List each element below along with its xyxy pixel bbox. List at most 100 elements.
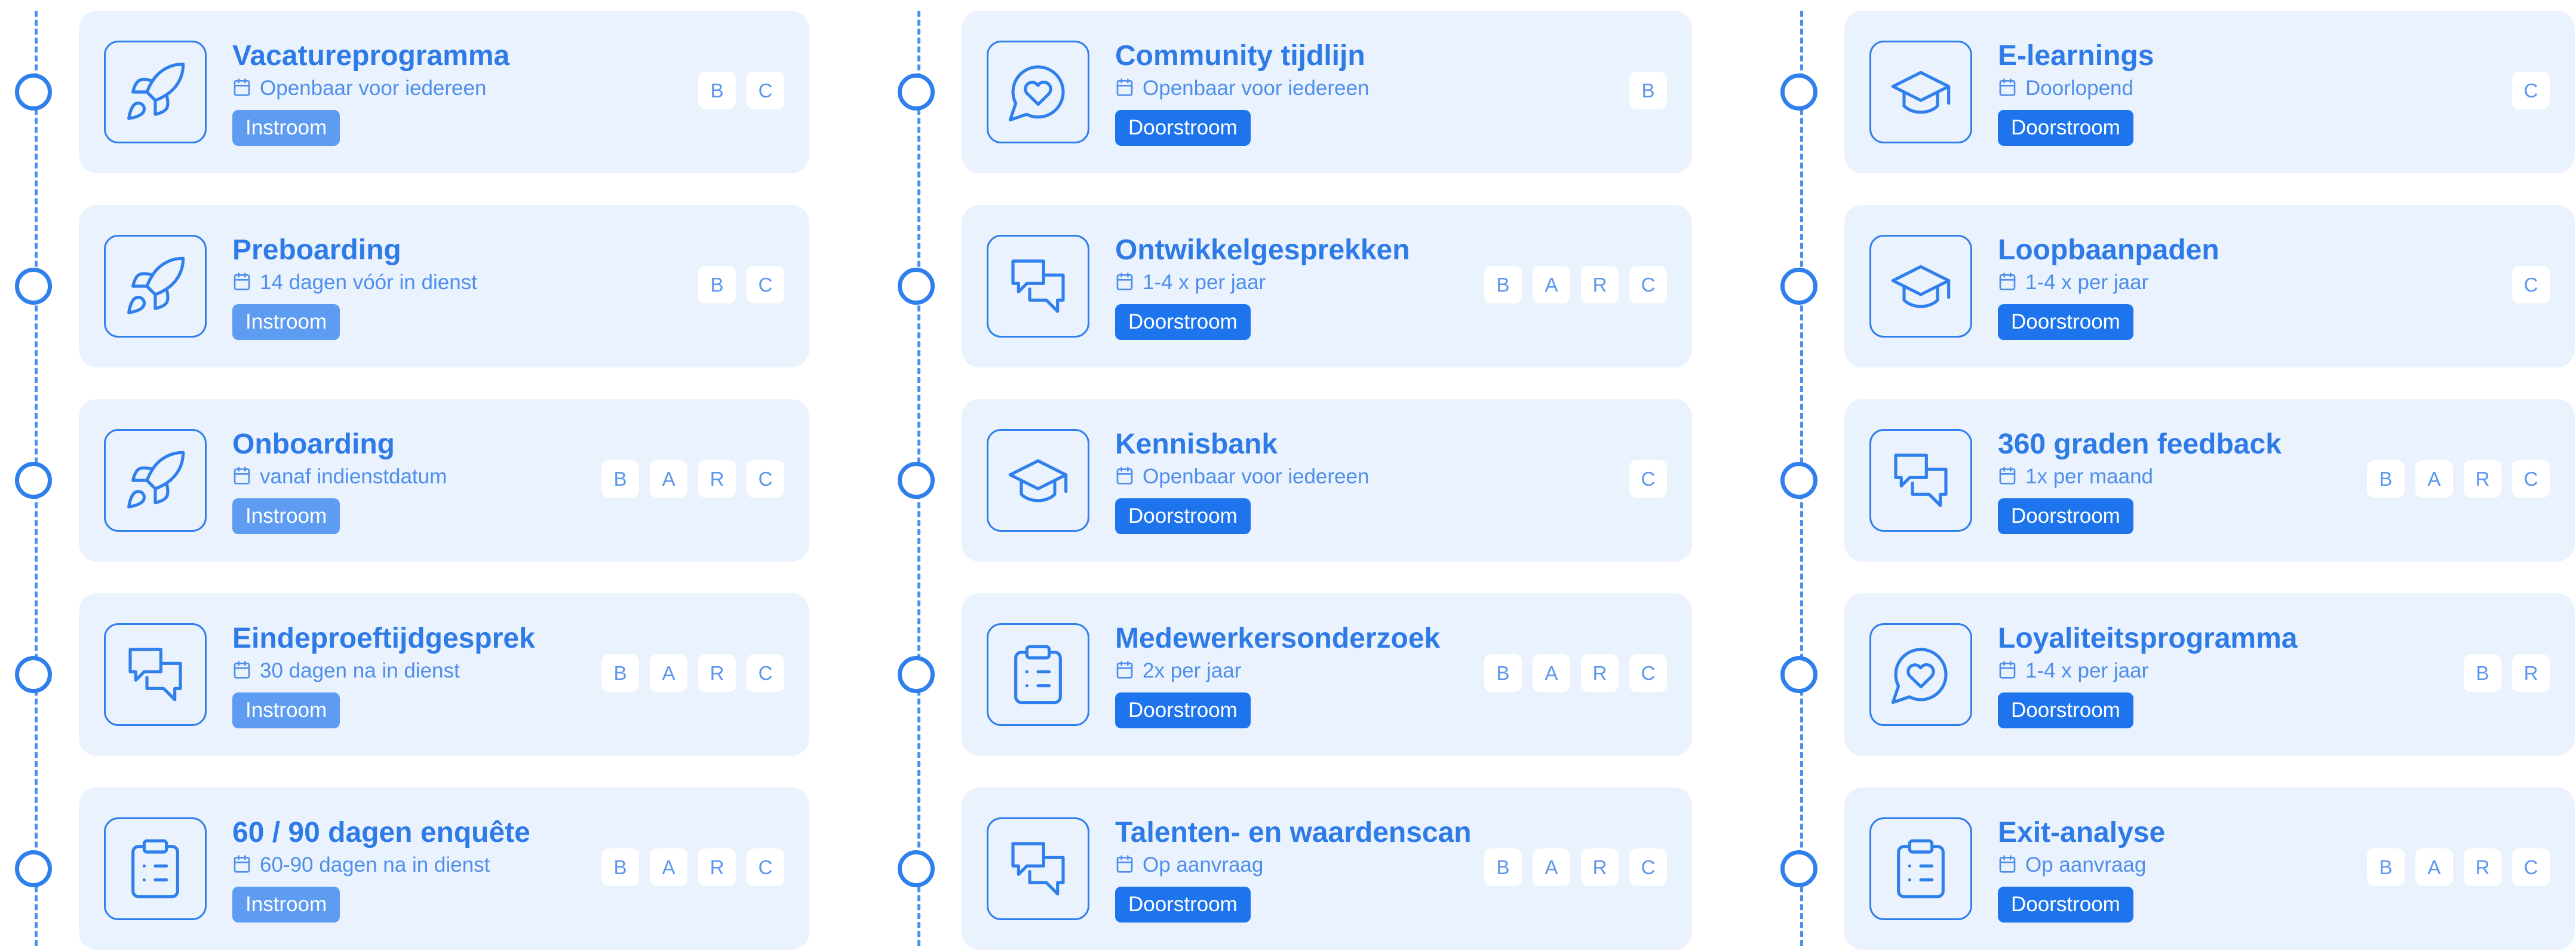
category-tag: C: [2512, 266, 2550, 304]
timeline-node: [15, 73, 52, 111]
category-tag: B: [1484, 266, 1522, 304]
program-card[interactable]: Medewerkersonderzoek 2x per jaar Doorstroo…: [962, 593, 1692, 756]
category-tag: C: [1629, 654, 1667, 692]
phase-badge: Instroom: [232, 498, 340, 534]
category-tags: C: [1629, 460, 1667, 498]
calendar-icon: [1115, 272, 1143, 294]
card-schedule: 1-4 x per jaar: [1998, 271, 2148, 295]
calendar-icon: [1998, 272, 2025, 294]
graduation-cap-icon: [1869, 235, 1972, 338]
timeline-node: [1780, 656, 1817, 693]
category-tag: A: [650, 654, 687, 692]
card-schedule: 1-4 x per jaar: [1998, 659, 2148, 683]
card-schedule: 30 dagen na in dienst: [232, 659, 460, 683]
timeline-node: [15, 656, 52, 693]
calendar-icon: [232, 466, 260, 488]
category-tag: B: [601, 460, 639, 498]
category-tags: BR: [2464, 654, 2550, 692]
schedule-text: 1-4 x per jaar: [1143, 271, 1266, 294]
phase-badge: Doorstroom: [1115, 304, 1251, 340]
calendar-icon: [232, 660, 260, 682]
program-card[interactable]: Exit-analyse Op aanvraag Doorstroom B A R C: [1844, 787, 2575, 950]
program-card[interactable]: Loopbaanpaden 1-4 x per jaar Doorstroom C: [1844, 205, 2575, 367]
program-card[interactable]: Eindeproeftijdgesprek 30 dagen na in dien…: [79, 593, 809, 756]
rocket-icon: [104, 235, 207, 338]
category-tag: B: [698, 266, 736, 304]
program-card[interactable]: 360 graden feedback 1x per maand Doorstroo…: [1844, 399, 2575, 562]
clipboard-icon: [1869, 817, 1972, 920]
graduation-cap-icon: [987, 429, 1089, 532]
category-tag: B: [2367, 460, 2405, 498]
phase-badge: Doorstroom: [1115, 692, 1251, 728]
timeline-column: E-learnings Doorlopend Doorstroom C Loopbaan…: [1780, 0, 2576, 950]
timeline-node: [898, 268, 935, 305]
program-card[interactable]: 60 / 90 dagen enquête 60-90 dagen na in d…: [79, 787, 809, 950]
category-tag: C: [2512, 848, 2550, 886]
phase-badge: Instroom: [232, 887, 340, 923]
card-title: 60 / 90 dagen enquête: [232, 817, 530, 848]
category-tag: R: [698, 654, 736, 692]
card-schedule: 1x per maand: [1998, 465, 2153, 489]
chat-bubbles-icon: [104, 623, 207, 726]
category-tags: C: [2512, 72, 2550, 109]
category-tags: BARC: [1484, 266, 1667, 304]
calendar-icon: [1115, 660, 1143, 682]
category-tags: BARC: [601, 654, 784, 692]
phase-badge: Doorstroom: [1115, 110, 1251, 146]
category-tag: R: [2464, 848, 2501, 886]
category-tags: BARC: [2367, 848, 2550, 886]
category-tag: R: [698, 848, 736, 886]
card-schedule: 60-90 dagen na in dienst: [232, 853, 490, 877]
schedule-text: Op aanvraag: [2025, 853, 2147, 877]
program-card[interactable]: Community tijdlijn Openbaar voor iedereen…: [962, 11, 1692, 173]
timeline-node: [1780, 73, 1817, 111]
calendar-icon: [1115, 854, 1143, 877]
heart-chat-icon: [987, 41, 1089, 143]
chat-bubbles-icon: [987, 235, 1089, 338]
phase-badge: Instroom: [232, 304, 340, 340]
program-card[interactable]: Talenten- en waardenscan Op aanvraag Doors…: [962, 787, 1692, 950]
category-tag: B: [601, 848, 639, 886]
schedule-text: Op aanvraag: [1143, 853, 1264, 877]
program-card[interactable]: Preboarding 14 dagen vóór in dienst Instro…: [79, 205, 809, 367]
schedule-text: Openbaar voor iedereen: [1143, 465, 1370, 488]
heart-chat-icon: [1869, 623, 1972, 726]
card-title: Kennisbank: [1115, 428, 1278, 460]
category-tag: B: [2367, 848, 2405, 886]
category-tag: A: [1533, 848, 1570, 886]
timeline-node: [898, 73, 935, 111]
category-tag: C: [747, 460, 784, 498]
schedule-text: 30 dagen na in dienst: [260, 659, 460, 682]
program-card[interactable]: Ontwikkelgesprekken 1-4 x per jaar Doorstr…: [962, 205, 1692, 367]
schedule-text: 1-4 x per jaar: [2025, 271, 2149, 294]
phase-badge: Instroom: [232, 692, 340, 728]
category-tag: C: [1629, 460, 1667, 498]
schedule-text: Openbaar voor iedereen: [260, 76, 487, 100]
category-tag: C: [1629, 266, 1667, 304]
category-tag: C: [747, 266, 784, 304]
program-card[interactable]: Loyaliteitsprogramma 1-4 x per jaar Doorst…: [1844, 593, 2575, 756]
phase-badge: Doorstroom: [1998, 304, 2133, 340]
card-title: 360 graden feedback: [1998, 428, 2282, 460]
schedule-text: Openbaar voor iedereen: [1143, 76, 1370, 100]
category-tag: R: [2464, 460, 2501, 498]
program-card[interactable]: E-learnings Doorlopend Doorstroom C: [1844, 11, 2575, 173]
rocket-icon: [104, 41, 207, 143]
graduation-cap-icon: [1869, 41, 1972, 143]
category-tag: A: [2415, 848, 2453, 886]
card-title: Loopbaanpaden: [1998, 234, 2219, 266]
card-schedule: 1-4 x per jaar: [1115, 271, 1266, 295]
timeline-node: [1780, 268, 1817, 305]
program-card[interactable]: Vacatureprogramma Openbaar voor iedereen I…: [79, 11, 809, 173]
category-tags: BARC: [601, 848, 784, 886]
schedule-text: 14 dagen vóór in dienst: [260, 271, 477, 294]
timeline-column: Community tijdlijn Openbaar voor iedereen…: [898, 0, 1707, 950]
clipboard-icon: [104, 817, 207, 920]
program-card[interactable]: Onboarding vanaf indienstdatum Instroom B A R…: [79, 399, 809, 562]
calendar-icon: [1998, 466, 2025, 488]
category-tags: BARC: [2367, 460, 2550, 498]
program-card[interactable]: Kennisbank Openbaar voor iedereen Doorstro…: [962, 399, 1692, 562]
card-title: Medewerkersonderzoek: [1115, 623, 1441, 654]
category-tag: R: [698, 460, 736, 498]
card-title: Onboarding: [232, 428, 395, 460]
